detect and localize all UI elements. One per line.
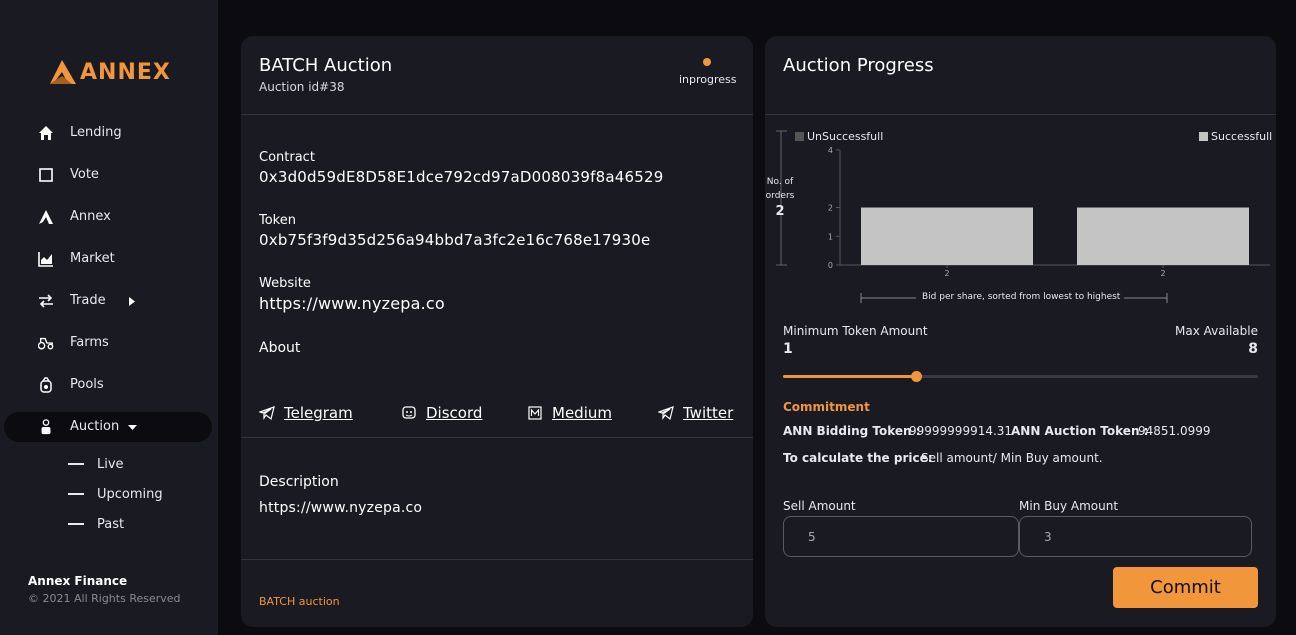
token-address[interactable]: 0xb75f3f9d35d256a94bbd7a3fc2e16c768e1793… [259, 231, 650, 249]
sidebar-item-label: Lending [70, 125, 122, 140]
status-badge: inprogress [679, 73, 737, 86]
divider [241, 559, 753, 560]
description-text: https://www.nyzepa.co [259, 500, 423, 516]
sidebar-item-label: Farms [70, 335, 109, 350]
sidebar-subitem-past[interactable]: Past [68, 514, 124, 534]
subitem-label: Upcoming [97, 486, 163, 502]
footer-copyright: © 2021 All Rights Reserved [28, 592, 181, 605]
contract-label: Contract [259, 150, 315, 165]
divider [765, 114, 1276, 115]
dash-icon [68, 523, 84, 525]
contract-address[interactable]: 0x3d0d59dE8D58E1dce792cd97aD008039f8a465… [259, 168, 663, 186]
twitter-icon [658, 406, 674, 421]
telegram-link[interactable]: Telegram [259, 404, 353, 422]
tractor-icon [38, 337, 54, 350]
sidebar: ANNEX Lending Vote Annex Market Trade Fa… [0, 0, 218, 635]
max-available-value: 8 [1248, 341, 1258, 357]
divider [241, 437, 753, 438]
min-token-slider[interactable] [783, 371, 1258, 382]
subitem-label: Live [97, 456, 124, 472]
social-label: Telegram [284, 404, 353, 422]
footer-title: Annex Finance [28, 574, 128, 588]
sidebar-item-pools[interactable]: Pools [4, 370, 212, 400]
sidebar-item-vote[interactable]: Vote [4, 160, 212, 190]
auction-type-tag: BATCH auction [259, 595, 340, 608]
commit-button[interactable]: Commit [1113, 567, 1258, 608]
annex-logo-icon [39, 210, 53, 224]
dash-icon [68, 493, 84, 495]
medium-link[interactable]: Medium [527, 404, 612, 422]
medium-icon [528, 406, 542, 420]
caret-down-icon [128, 425, 137, 430]
subitem-label: Past [97, 516, 125, 532]
checkbox-icon [39, 168, 53, 182]
about-label: About [259, 340, 301, 356]
discord-link[interactable]: Discord [401, 404, 482, 422]
twitter-link[interactable]: Twitter [658, 404, 733, 422]
max-available-label: Max Available [1175, 324, 1258, 338]
telegram-icon [259, 406, 275, 421]
bidding-token-label: ANN Bidding Token : [783, 424, 921, 438]
sidebar-item-label: Auction [70, 419, 120, 434]
social-label: Discord [426, 404, 483, 422]
bidding-token-value: 99999999914.31 [909, 424, 1013, 438]
sidebar-subitem-live[interactable]: Live [68, 454, 124, 474]
sell-amount-label: Sell Amount [783, 499, 856, 513]
progress-title: Auction Progress [783, 55, 934, 76]
status-dot [703, 58, 711, 66]
auction-token-label: ANN Auction Token : [1011, 424, 1149, 438]
sidebar-item-market[interactable]: Market [4, 244, 212, 274]
calc-label: To calculate the price: [783, 451, 933, 465]
auction-icon [41, 419, 51, 435]
social-label: Medium [552, 404, 612, 422]
slider-thumb[interactable] [911, 371, 922, 382]
min-token-label: Minimum Token Amount [783, 324, 928, 338]
auction-id: Auction id#38 [259, 80, 345, 94]
sidebar-item-label: Vote [70, 167, 99, 182]
y-axis-value: 2 [775, 204, 785, 219]
min-buy-amount-label: Min Buy Amount [1019, 499, 1119, 513]
annex-logo-icon [50, 60, 76, 84]
chart-icon [38, 252, 53, 267]
website-link[interactable]: https://www.nyzepa.co [259, 294, 445, 313]
dash-icon [68, 463, 84, 465]
sidebar-item-lending[interactable]: Lending [4, 118, 212, 148]
logo-text: ANNEX [80, 59, 171, 85]
divider [241, 114, 753, 115]
description-label: Description [259, 474, 339, 490]
min-buy-amount-input[interactable] [1019, 516, 1252, 557]
pool-icon [40, 377, 52, 393]
token-label: Token [259, 213, 296, 228]
sidebar-item-auction[interactable]: Auction [4, 412, 212, 442]
sidebar-subitem-upcoming[interactable]: Upcoming [68, 484, 163, 504]
commitment-label: Commitment [783, 400, 870, 414]
home-icon [39, 126, 53, 140]
sidebar-item-label: Market [70, 251, 115, 266]
annex-logo[interactable]: ANNEX [48, 58, 171, 86]
sidebar-item-annex[interactable]: Annex [4, 202, 212, 232]
auction-title: BATCH Auction [259, 55, 393, 76]
sidebar-item-farms[interactable]: Farms [4, 328, 212, 358]
x-axis-label: Bid per share, sorted from lowest to hig… [922, 292, 1121, 302]
sidebar-item-label: Pools [70, 377, 104, 392]
website-label: Website [259, 276, 311, 291]
social-label: Twitter [683, 404, 734, 422]
auction-details-card: BATCH Auction Auction id#38 inprogress C… [241, 36, 753, 627]
y-axis-label: No. of orders [765, 177, 795, 201]
calc-value: Sell amount/ Min Buy amount. [921, 451, 1103, 465]
min-token-value: 1 [783, 341, 793, 357]
legend-unsuccessful-label: UnSuccessfull [807, 130, 884, 143]
auction-token-value: 94851.0999 [1138, 424, 1211, 438]
sidebar-item-trade[interactable]: Trade [4, 286, 212, 316]
sell-amount-input[interactable] [783, 516, 1019, 557]
legend-successful-label: Successfull [1211, 130, 1273, 143]
discord-icon [402, 406, 416, 419]
slider-fill [783, 375, 916, 378]
caret-right-icon [129, 297, 135, 306]
swap-icon [39, 294, 53, 308]
sidebar-item-label: Trade [70, 293, 106, 308]
sidebar-item-label: Annex [70, 209, 111, 224]
